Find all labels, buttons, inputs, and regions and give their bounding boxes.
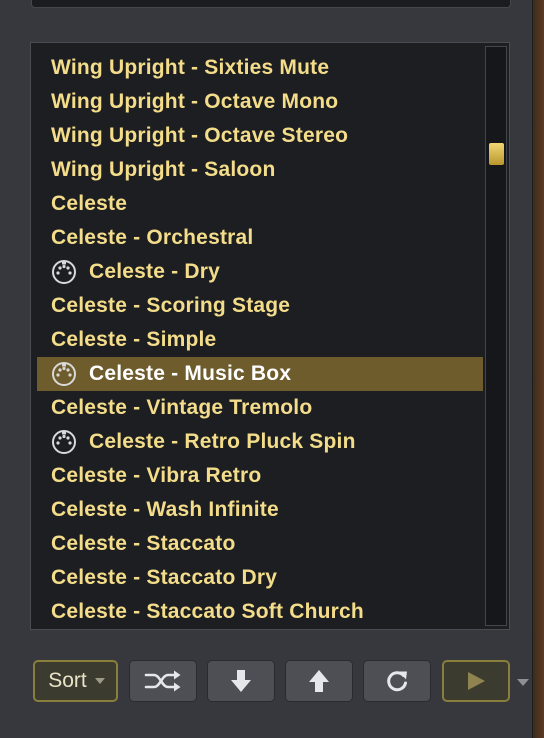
list-item-label: Wing Upright - Octave Mono	[51, 90, 339, 113]
list-item-label: Celeste - Simple	[51, 328, 217, 351]
top-field[interactable]	[31, 0, 511, 8]
toolbar: Sort	[0, 660, 544, 704]
midi-connector-icon	[51, 259, 77, 285]
list-item[interactable]: Wing Upright - Sixties Mute	[37, 51, 483, 85]
list-item[interactable]: Wing Upright - Octave Mono	[37, 85, 483, 119]
shuffle-button[interactable]	[129, 660, 197, 702]
list-item-selected[interactable]: Celeste - Music Box	[37, 357, 483, 391]
list-item-label: Wing Upright - Octave Stereo	[51, 124, 349, 147]
list-item[interactable]: Celeste - Scoring Stage	[37, 289, 483, 323]
list-item-label: Celeste - Staccato Dry	[51, 566, 278, 589]
list-item-label: Wing Upright - Sixties Mute	[51, 56, 330, 79]
list-item-label: Celeste - Wash Infinite	[51, 498, 279, 521]
list-item[interactable]: Celeste - Orchestral	[37, 221, 483, 255]
shuffle-icon	[144, 670, 181, 692]
list-item[interactable]: Celeste - Dry	[37, 255, 483, 289]
move-down-button[interactable]	[207, 660, 275, 702]
list-item[interactable]: Wing Upright - Octave Stereo	[37, 119, 483, 153]
list-item-label: Celeste - Vibra Retro	[51, 464, 262, 487]
list-item[interactable]: Celeste - Simple	[37, 323, 483, 357]
refresh-icon	[387, 671, 407, 692]
list-item[interactable]: Celeste - Vibra Retro	[37, 459, 483, 493]
list-item[interactable]: Celeste - Wash Infinite	[37, 493, 483, 527]
list-item-label: Celeste - Scoring Stage	[51, 294, 291, 317]
list-item-label: Celeste - Orchestral	[51, 226, 254, 249]
more-options-icon[interactable]	[517, 679, 529, 686]
play-icon	[468, 672, 485, 690]
list-item-label: Celeste - Retro Pluck Spin	[89, 430, 356, 453]
patch-list[interactable]: Wing Upright - Sixties Mute Wing Upright …	[30, 42, 510, 630]
list-item-label: Celeste - Staccato	[51, 532, 236, 555]
list-item[interactable]: Celeste - Staccato Soft Church	[37, 595, 483, 629]
sort-button[interactable]: Sort	[33, 660, 118, 702]
list-item-label: Wing Upright - Saloon	[51, 158, 276, 181]
chevron-down-icon	[94, 678, 105, 684]
refresh-button[interactable]	[363, 660, 431, 702]
list-item-label: Celeste - Vintage Tremolo	[51, 396, 313, 419]
list-item-label: Celeste - Staccato Soft Church	[51, 600, 364, 623]
list-item[interactable]: Celeste - Staccato	[37, 527, 483, 561]
list-item[interactable]: Celeste - Vintage Tremolo	[37, 391, 483, 425]
midi-connector-icon	[51, 361, 77, 387]
arrow-down-icon	[231, 670, 251, 692]
list-item[interactable]: Celeste - Staccato Dry	[37, 561, 483, 595]
list-item-label: Celeste - Dry	[89, 260, 220, 283]
scrollbar-thumb[interactable]	[489, 143, 504, 165]
list-item-label: Celeste - Music Box	[89, 362, 292, 385]
list-item[interactable]: Celeste	[37, 187, 483, 221]
sort-label: Sort	[48, 669, 87, 692]
midi-connector-icon	[51, 429, 77, 455]
play-button[interactable]	[442, 660, 510, 702]
list-item[interactable]: Celeste - Retro Pluck Spin	[37, 425, 483, 459]
list-item-label: Celeste	[51, 192, 128, 215]
move-up-button[interactable]	[285, 660, 353, 702]
arrow-up-icon	[309, 670, 329, 692]
scrollbar[interactable]	[485, 46, 507, 626]
patch-browser-panel: Wing Upright - Sixties Mute Wing Upright …	[0, 0, 533, 738]
window-edge	[532, 0, 544, 738]
patch-list-items: Wing Upright - Sixties Mute Wing Upright …	[37, 51, 483, 629]
list-item[interactable]: Wing Upright - Saloon	[37, 153, 483, 187]
